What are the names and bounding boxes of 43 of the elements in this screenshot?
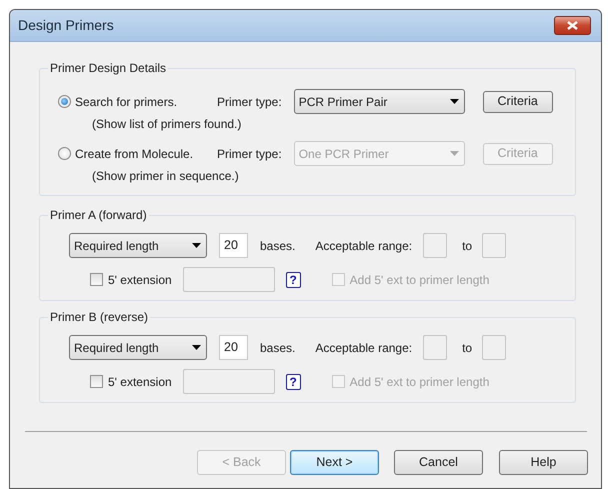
dialog-button[interactable]: Cancel bbox=[394, 450, 483, 475]
checkbox-label[interactable]: 5' extension bbox=[108, 372, 172, 390]
input-field[interactable] bbox=[482, 335, 506, 360]
checkbox[interactable] bbox=[90, 375, 103, 388]
input-field[interactable] bbox=[182, 369, 275, 394]
input-field[interactable] bbox=[423, 233, 448, 258]
group-title: Primer Design Details bbox=[48, 60, 168, 76]
criteria-button[interactable]: Criteria bbox=[482, 90, 553, 112]
dialog-button[interactable]: Next > bbox=[290, 450, 379, 475]
input-field[interactable] bbox=[423, 335, 448, 360]
caret-icon bbox=[192, 243, 201, 248]
hint-text: (Show list of primers found.) bbox=[92, 116, 242, 133]
help-button[interactable]: ? bbox=[286, 272, 301, 288]
checkbox-label[interactable]: 5' extension bbox=[108, 270, 172, 288]
hint-text: (Show primer in sequence.) bbox=[92, 168, 240, 185]
dropdown[interactable]: Required length bbox=[69, 335, 207, 360]
dropdown[interactable]: Required length bbox=[69, 233, 207, 258]
field-label: to bbox=[462, 238, 472, 254]
input-field[interactable] bbox=[482, 233, 506, 258]
help-button[interactable]: ? bbox=[286, 374, 301, 390]
close-icon bbox=[567, 21, 578, 30]
group-title: Primer B (reverse) bbox=[48, 309, 150, 325]
caret-icon bbox=[450, 99, 459, 104]
input-field[interactable] bbox=[182, 267, 275, 292]
field-label: Primer type: bbox=[217, 94, 282, 110]
window-title: Design Primers bbox=[18, 16, 114, 35]
dropdown[interactable]: PCR Primer Pair bbox=[294, 89, 465, 114]
unit-label: bases. bbox=[260, 238, 296, 254]
field-label: Acceptable range: bbox=[315, 340, 412, 356]
input-field[interactable]: 20 bbox=[219, 335, 248, 360]
radio-button[interactable] bbox=[58, 95, 71, 108]
checkbox[interactable] bbox=[90, 273, 103, 286]
radio-label[interactable]: Search for primers. bbox=[75, 92, 217, 110]
unit-label: bases. bbox=[260, 340, 296, 356]
field-label: to bbox=[462, 340, 472, 356]
field-label: Primer type: bbox=[217, 146, 282, 162]
group-title: Primer A (forward) bbox=[48, 207, 149, 223]
dialog-button[interactable]: Help bbox=[499, 450, 588, 475]
input-field[interactable]: 20 bbox=[219, 233, 248, 258]
field-label: Acceptable range: bbox=[315, 238, 412, 254]
caret-icon bbox=[192, 345, 201, 350]
close-button[interactable] bbox=[554, 16, 591, 35]
caret-icon bbox=[450, 151, 459, 156]
